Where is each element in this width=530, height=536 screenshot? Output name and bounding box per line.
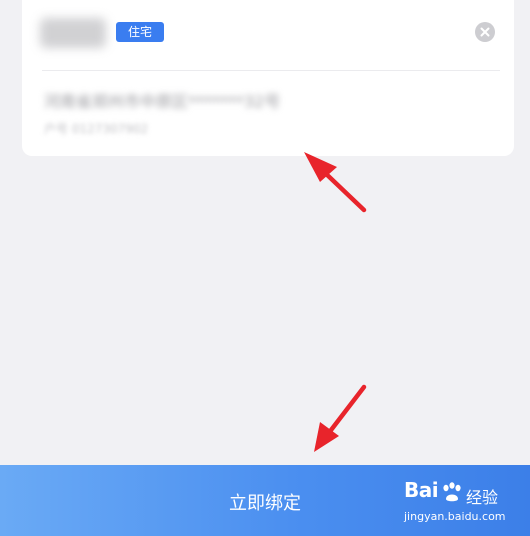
screen: 住宅 河南省郑州市中原区*******32号 户号 0127307902 立即绑… [0, 0, 530, 536]
watermark-brand-text: Bai [404, 478, 439, 502]
baidu-jingyan-watermark: Bai 经验 jingyan.baidu.com [404, 478, 514, 528]
paw-icon [443, 482, 461, 502]
watermark-url: jingyan.baidu.com [404, 510, 506, 523]
divider [42, 70, 500, 71]
watermark-jingyan-text: 经验 [466, 488, 499, 507]
account-number-text: 户号 0127307902 [44, 122, 149, 136]
close-icon[interactable] [475, 22, 495, 42]
address-text: 河南省郑州市中原区*******32号 [44, 92, 281, 111]
account-card[interactable]: 住宅 河南省郑州市中原区*******32号 户号 0127307902 [22, 0, 514, 156]
residence-tag: 住宅 [116, 22, 165, 42]
blurred-account-name [40, 18, 106, 48]
